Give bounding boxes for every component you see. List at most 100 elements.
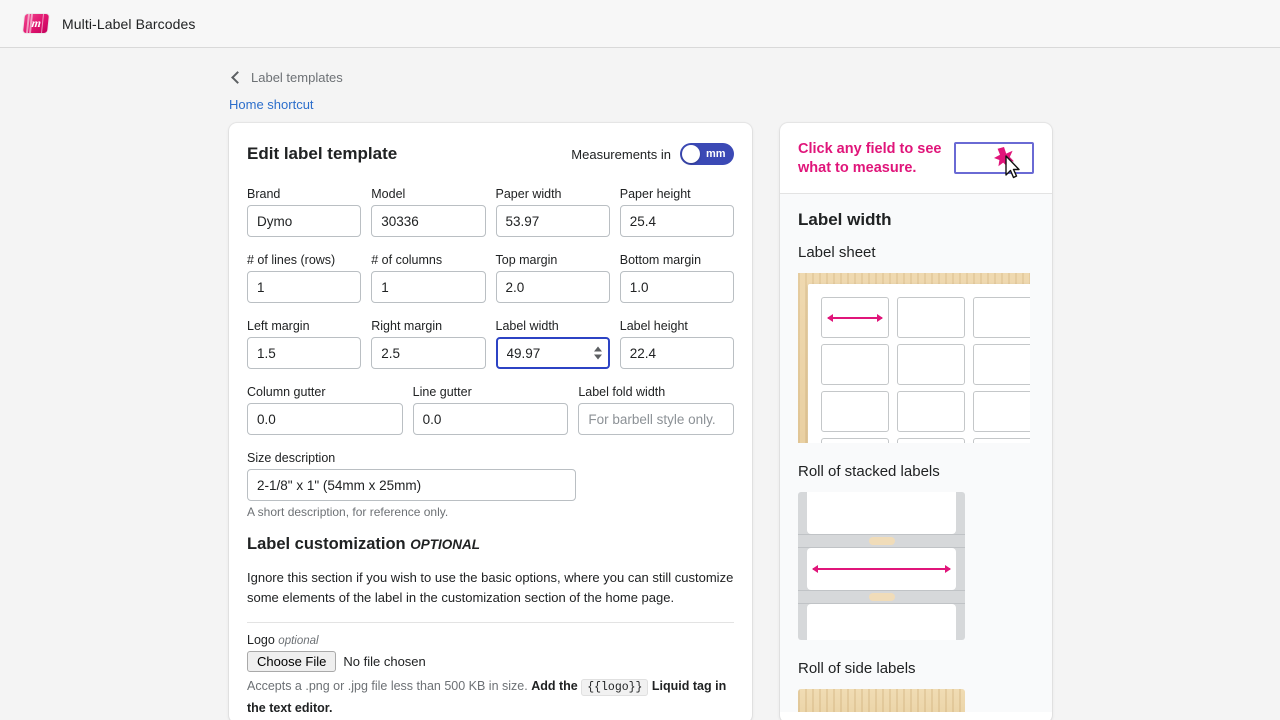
lines-input[interactable]: [247, 271, 362, 303]
app-logo-glyph: m: [30, 16, 42, 30]
field-row-2: # of lines (rows) # of columns Top margi…: [247, 253, 734, 319]
label-cell: [821, 297, 889, 339]
field-label-paper-height: Paper height: [619, 187, 691, 201]
mouse-pointer-icon: [1005, 155, 1020, 179]
app-title: Multi-Label Barcodes: [62, 15, 196, 32]
app-header: m Multi-Label Barcodes: [0, 0, 1280, 48]
roll-gap: [798, 534, 965, 549]
field-right-margin: Right margin: [371, 319, 486, 369]
sheet-label-grid: [821, 297, 1030, 444]
field-row-4: Column gutter Line gutter Label fold wid…: [247, 385, 734, 451]
label-cell: [821, 344, 889, 386]
logo-note-prefix: Accepts a .png or .jpg file less than 50…: [247, 679, 528, 694]
logo-file-row: Choose File No file chosen: [247, 651, 734, 673]
label-cell: [821, 391, 889, 433]
label-cell: [897, 344, 965, 386]
field-model: Model: [371, 187, 486, 237]
field-row-3: Left margin Right margin Label width: [247, 319, 734, 385]
label-sheet-heading: Label sheet: [798, 244, 876, 262]
left-margin-input[interactable]: [247, 337, 362, 369]
brand-input[interactable]: [247, 205, 362, 237]
field-label-paper-width: Paper width: [495, 187, 562, 201]
field-label-top-margin: Top margin: [495, 253, 558, 267]
roll-tab-icon: [868, 537, 895, 546]
line-gutter-input[interactable]: [412, 403, 569, 435]
roll-side-heading: Roll of side labels: [798, 660, 916, 678]
field-left-margin: Left margin: [247, 319, 362, 369]
page-title: Edit label template: [247, 144, 398, 163]
roll-stacked-illustration: [798, 492, 965, 641]
label-sheet-illustration: [798, 273, 1030, 444]
card-header: Edit label template Measurements in mm: [247, 143, 734, 165]
width-measure-arrow-icon: [827, 313, 883, 322]
choose-file-button[interactable]: Choose File: [247, 651, 337, 673]
edit-label-template-card: Edit label template Measurements in mm B…: [229, 123, 752, 720]
field-label-right-margin: Right margin: [371, 319, 443, 333]
field-columns: # of columns: [371, 253, 486, 303]
label-cell: [897, 438, 965, 444]
logo-label-optional: optional: [278, 635, 319, 648]
roll-tab-icon: [868, 593, 895, 602]
no-file-chosen-label: No file chosen: [343, 654, 426, 670]
field-label-brand: Brand: [247, 187, 281, 201]
measurement-help-panel: Click any field to see what to measure. …: [780, 123, 1052, 720]
field-label-model: Model: [371, 187, 406, 201]
field-lines: # of lines (rows): [247, 253, 362, 303]
chevron-left-icon: [229, 71, 243, 85]
label-height-input[interactable]: [619, 337, 734, 369]
label-cell: [897, 297, 965, 339]
breadcrumb[interactable]: Label templates: [229, 70, 343, 85]
field-click-demo: [954, 142, 1034, 179]
field-row-1: Brand Model Paper width Paper height: [247, 187, 734, 253]
label-cell: [821, 438, 889, 444]
label-customization-body: Ignore this section if you wish to use t…: [247, 570, 734, 606]
measure-title: Label width: [798, 210, 892, 230]
label-width-input[interactable]: [495, 337, 610, 369]
paper-width-input[interactable]: [495, 205, 610, 237]
field-label-width: Label width: [495, 319, 610, 369]
content-layout: Edit label template Measurements in mm B…: [229, 123, 1280, 720]
roll-stacked-heading: Roll of stacked labels: [798, 463, 940, 481]
top-margin-input[interactable]: [495, 271, 610, 303]
toggle-knob: [682, 145, 700, 163]
logo-help-note: Accepts a .png or .jpg file less than 50…: [247, 676, 734, 717]
field-label-lines: # of lines (rows): [247, 253, 336, 267]
measurement-unit-toggle[interactable]: mm: [680, 143, 734, 165]
bottom-margin-input[interactable]: [619, 271, 734, 303]
logo-field-label: Logo optional: [247, 633, 734, 647]
label-customization-title: Label customization: [247, 535, 406, 553]
size-description-input[interactable]: [247, 469, 576, 501]
field-label-size-description: Size description: [247, 451, 336, 465]
page-body: Label templates Home shortcut Edit label…: [0, 70, 1280, 720]
field-label-label-width: Label width: [495, 319, 559, 333]
field-label-height: Label height: [619, 319, 734, 369]
logo-liquid-tag-code: {{logo}}: [581, 679, 649, 697]
number-spinner-icon[interactable]: [593, 346, 602, 360]
paper-height-input[interactable]: [619, 205, 734, 237]
column-gutter-input[interactable]: [247, 403, 403, 435]
field-label-column-gutter: Column gutter: [247, 385, 326, 399]
field-column-gutter: Column gutter: [247, 385, 403, 435]
app-logo-icon: m: [23, 14, 49, 33]
label-customization-optional: OPTIONAL: [410, 537, 480, 552]
measurements-label: Measurements in: [571, 146, 671, 162]
home-shortcut-link[interactable]: Home shortcut: [229, 97, 314, 112]
model-input[interactable]: [371, 205, 486, 237]
sheet-paper: [808, 284, 1030, 444]
label-cell: [897, 391, 965, 433]
label-fold-width-input[interactable]: [578, 403, 734, 435]
field-label-left-margin: Left margin: [247, 319, 310, 333]
field-label-label-fold-width: Label fold width: [578, 385, 666, 399]
field-line-gutter: Line gutter: [412, 385, 569, 435]
breadcrumb-label: Label templates: [251, 70, 343, 85]
size-description-help: A short description, for reference only.: [247, 505, 449, 519]
label-cell: [973, 391, 1030, 433]
measurements-control: Measurements in mm: [571, 143, 734, 165]
label-cell: [973, 438, 1030, 444]
label-width-control: [495, 337, 610, 369]
right-margin-input[interactable]: [371, 337, 486, 369]
logo-note-bold-1: Add the: [531, 679, 578, 694]
field-label-bottom-margin: Bottom margin: [619, 253, 702, 267]
measure-callout: Click any field to see what to measure.: [780, 123, 1052, 195]
columns-input[interactable]: [371, 271, 486, 303]
